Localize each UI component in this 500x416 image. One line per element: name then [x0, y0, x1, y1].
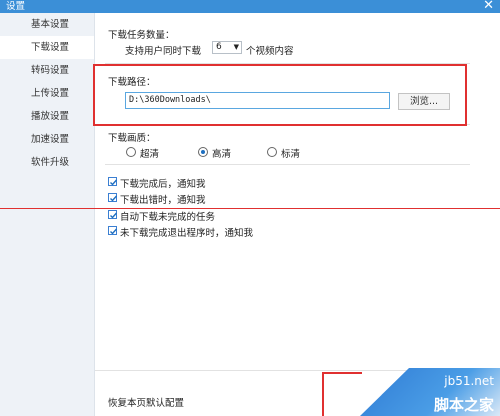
sidebar-item-upgrade[interactable]: 软件升级: [0, 151, 94, 174]
check-icon: [110, 228, 118, 235]
check-icon: [110, 195, 118, 202]
notify-complete-checkbox[interactable]: [108, 177, 118, 186]
title-bar: 设置 ✕: [0, 0, 500, 13]
reset-defaults-link[interactable]: 恢复本页默认配置: [108, 395, 184, 409]
watermark-brand: 脚本之家: [433, 396, 494, 414]
sidebar-item-transcode[interactable]: 转码设置: [0, 59, 94, 82]
sidebar-item-upload[interactable]: 上传设置: [0, 82, 94, 105]
quality-radio-high[interactable]: [198, 147, 208, 157]
notify-exit-label: 未下载完成退出程序时，通知我: [120, 228, 254, 239]
auto-resume-checkbox[interactable]: [108, 210, 118, 219]
quality-radio-ultra[interactable]: [126, 147, 136, 157]
section-divider: [105, 164, 470, 165]
close-icon[interactable]: ✕: [483, 0, 494, 13]
chevron-down-icon: ▼: [233, 43, 239, 51]
sidebar-item-download[interactable]: 下载设置: [0, 36, 94, 59]
window-title: 设置: [6, 1, 26, 12]
watermark-site: jb51.net: [444, 374, 494, 388]
sidebar-item-playback[interactable]: 播放设置: [0, 105, 94, 128]
download-tasks-heading: 下载任务数量：: [108, 30, 175, 41]
section-divider: [105, 63, 470, 64]
quality-heading: 下载画质：: [108, 133, 156, 144]
notify-complete-label: 下载完成后，通知我: [120, 179, 206, 190]
quality-label-standard: 标清: [281, 149, 301, 160]
quality-label-high: 高清: [212, 149, 232, 160]
notify-error-label: 下载出错时，通知我: [120, 195, 206, 206]
notify-exit-checkbox[interactable]: [108, 226, 118, 235]
settings-sidebar: 基本设置 下载设置 转码设置 上传设置 播放设置 加速设置 软件升级: [0, 13, 95, 416]
sidebar-item-acceleration[interactable]: 加速设置: [0, 128, 94, 151]
footer-button-highlight: [322, 372, 362, 416]
concurrent-downloads-value: 6: [216, 42, 222, 52]
notify-error-checkbox[interactable]: [108, 193, 118, 202]
check-icon: [110, 179, 118, 186]
auto-resume-label: 自动下载未完成的任务: [120, 212, 216, 223]
quality-radio-standard[interactable]: [267, 147, 277, 157]
concurrent-downloads-select[interactable]: 6 ▼: [212, 41, 242, 54]
check-icon: [110, 212, 118, 219]
download-tasks-suffix: 个视频内容: [246, 46, 294, 57]
section-divider: [105, 124, 470, 125]
quality-label-ultra: 超清: [140, 149, 160, 160]
browse-button[interactable]: 浏览...: [398, 93, 450, 110]
download-tasks-prefix: 支持用户同时下载: [125, 46, 202, 57]
download-path-input[interactable]: D:\360Downloads\: [125, 92, 390, 109]
download-path-heading: 下载路径：: [108, 77, 156, 88]
sidebar-item-basic[interactable]: 基本设置: [0, 13, 94, 36]
